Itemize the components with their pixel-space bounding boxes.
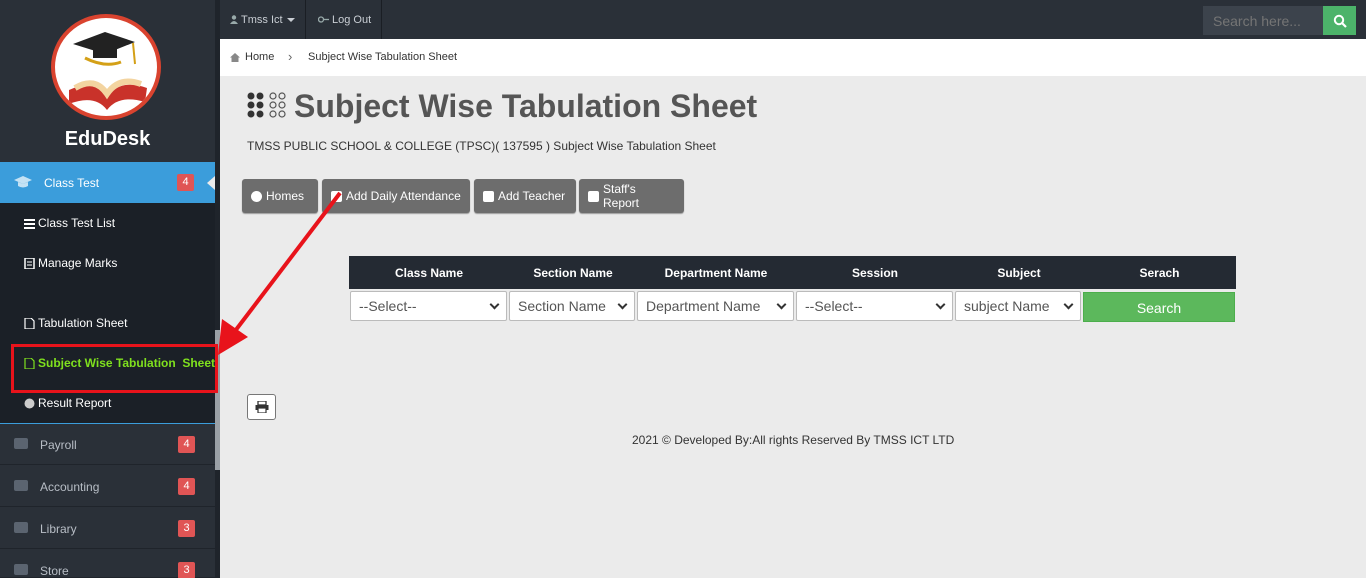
circle-icon <box>24 398 35 408</box>
submenu-item-manage-marks[interactable]: Manage Marks <box>24 256 117 270</box>
select-value: subject Name <box>964 298 1050 314</box>
column-header: Subject <box>997 266 1041 280</box>
add-teacher-button[interactable]: Add Teacher <box>474 179 576 213</box>
sidebar-item-label: Store <box>40 564 69 578</box>
sidebar-item-class-test[interactable]: Class Test 4 <box>0 162 215 203</box>
submenu-item-tabulation-sheet[interactable]: Tabulation Sheet <box>24 316 127 330</box>
home-icon <box>230 52 240 62</box>
footer-copyright: 2021 © Developed By:All rights Reserved … <box>632 433 955 447</box>
printer-icon <box>255 401 268 413</box>
breadcrumb-home[interactable]: Home <box>230 51 274 63</box>
staffs-report-button[interactable]: Staff's Report <box>579 179 684 213</box>
count-badge: 4 <box>178 436 195 453</box>
button-label: Staff's Report <box>602 182 640 210</box>
key-icon <box>318 16 329 23</box>
department-name-select[interactable]: Department Name <box>637 291 794 321</box>
logout-label: Log Out <box>332 13 372 26</box>
breadcrumb-home-label: Home <box>245 51 275 63</box>
chevron-down-icon <box>935 299 946 309</box>
sidebar-item-label: Payroll <box>40 438 77 452</box>
filter-table: Class Name Section Name Department Name … <box>349 256 1236 323</box>
book-icon <box>14 564 28 575</box>
submenu-label: Result Report <box>38 396 112 410</box>
sidebar-item-payroll[interactable]: Payroll 4 <box>0 424 215 465</box>
school-logo <box>51 14 161 120</box>
logout-link[interactable]: Log Out <box>308 0 383 39</box>
submenu-label: Manage Marks <box>38 256 118 270</box>
sidebar-item-library[interactable]: Library 3 <box>0 508 215 549</box>
chevron-down-icon <box>489 299 500 309</box>
sidebar-item-label: Class Test <box>44 176 100 190</box>
briefcase-icon <box>14 480 28 491</box>
logo-area: EduDesk <box>0 0 215 162</box>
breadcrumb-current: Subject Wise Tabulation Sheet <box>308 51 457 63</box>
page-title: Subject Wise Tabulation Sheet <box>294 88 758 124</box>
count-badge: 4 <box>177 174 194 191</box>
search-icon <box>1333 14 1347 28</box>
download-icon <box>483 190 494 202</box>
annotation-highlight-box <box>11 344 218 393</box>
button-label: Add Teacher <box>498 189 566 203</box>
page-subtitle: TMSS PUBLIC SCHOOL & COLLEGE (TPSC)( 137… <box>247 139 716 153</box>
subject-select[interactable]: subject Name <box>955 291 1081 321</box>
file-icon <box>24 317 35 329</box>
book-icon <box>14 522 28 533</box>
select-value: --Select-- <box>359 298 417 314</box>
count-badge: 3 <box>178 520 195 537</box>
column-header: Department Name <box>664 266 768 280</box>
sidebar-item-label: Accounting <box>40 480 100 494</box>
count-badge: 3 <box>178 562 195 578</box>
search-input[interactable] <box>1203 6 1323 35</box>
caret-down-icon <box>286 17 295 22</box>
brand-name: EduDesk <box>64 128 151 150</box>
sidebar: EduDesk Class Test 4 Class Test List Man… <box>0 0 215 578</box>
annotation-arrow <box>218 191 342 355</box>
document-icon <box>24 257 35 269</box>
report-icon <box>588 190 599 202</box>
money-icon <box>14 438 28 449</box>
search-submit-button[interactable]: Search <box>1083 292 1235 322</box>
chevron-down-icon <box>1063 299 1074 309</box>
session-select[interactable]: --Select-- <box>796 291 953 321</box>
sidebar-item-store[interactable]: Store 3 <box>0 550 215 578</box>
column-header: Section Name <box>533 266 613 280</box>
submenu-item-class-test-list[interactable]: Class Test List <box>24 216 115 230</box>
chevron-down-icon <box>776 299 787 309</box>
select-value: Department Name <box>646 298 761 314</box>
submenu-label: Tabulation Sheet <box>38 316 128 330</box>
column-header: Class Name <box>394 266 464 280</box>
graduation-cap-icon <box>14 176 32 188</box>
count-badge: 4 <box>178 478 195 495</box>
section-name-select[interactable]: Section Name <box>509 291 635 321</box>
class-name-select[interactable]: --Select-- <box>350 291 507 321</box>
user-icon <box>230 15 238 24</box>
chevron-down-icon <box>617 299 628 309</box>
list-icon <box>24 218 35 229</box>
column-header: Serach <box>1139 266 1180 280</box>
user-name: Tmss Ict <box>241 13 283 26</box>
column-header: Session <box>851 266 899 280</box>
select-value: Section Name <box>518 298 606 314</box>
select-value: --Select-- <box>805 298 863 314</box>
user-menu[interactable]: Tmss Ict <box>220 0 306 39</box>
submenu-label: Class Test List <box>38 216 116 230</box>
table-header: Class Name Section Name Department Name … <box>349 256 1236 289</box>
chevron-right-icon: › <box>288 49 293 64</box>
search-button[interactable] <box>1323 6 1356 35</box>
sidebar-item-accounting[interactable]: Accounting 4 <box>0 466 215 507</box>
sidebar-item-label: Library <box>40 522 77 536</box>
dots-grid-icon <box>247 92 286 118</box>
top-navbar: Tmss Ict Log Out <box>220 0 1366 39</box>
breadcrumb: Home › Subject Wise Tabulation Sheet <box>220 39 1366 76</box>
button-label: Add Daily Attendance <box>346 189 461 203</box>
print-button[interactable] <box>247 394 276 420</box>
submenu-item-result-report[interactable]: Result Report <box>24 396 111 410</box>
